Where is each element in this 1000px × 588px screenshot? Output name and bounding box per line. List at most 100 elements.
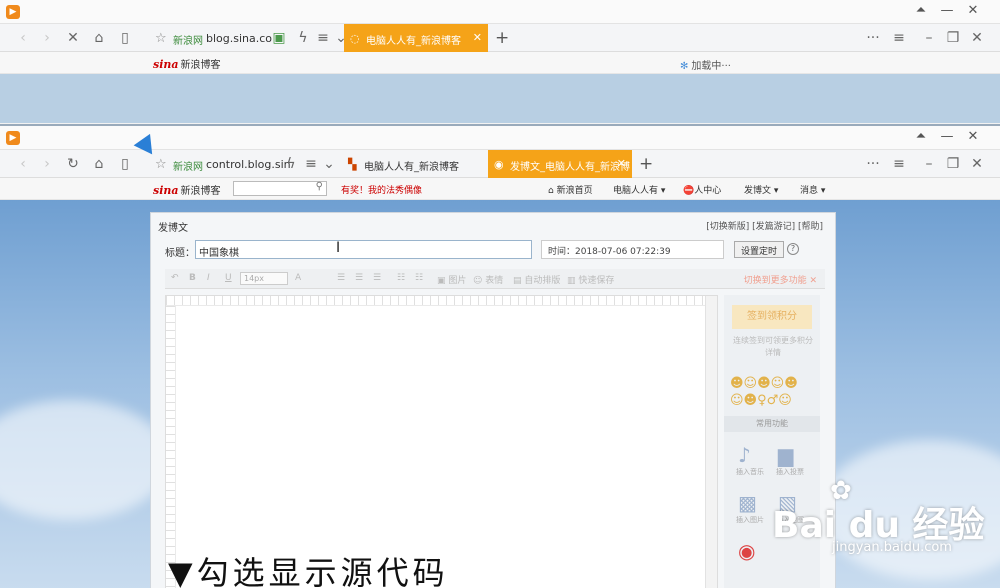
- minimize-icon[interactable]: —: [938, 129, 956, 144]
- spinner-icon: ✻: [680, 61, 689, 72]
- sina-search-input[interactable]: ⚲: [233, 181, 327, 196]
- reader-icon[interactable]: ▯: [116, 30, 134, 46]
- editor-links[interactable]: [切换新版] [发篇游记] [帮助]: [706, 219, 823, 232]
- home-icon[interactable]: ⌂: [90, 30, 108, 46]
- search-icon[interactable]: ⚲: [316, 181, 323, 192]
- window-close-icon[interactable]: ✕: [968, 156, 986, 172]
- stop-icon[interactable]: ✕: [64, 30, 82, 46]
- insert-image-button[interactable]: ▣ 图片: [437, 273, 466, 286]
- tab-close-icon[interactable]: ✕: [473, 31, 482, 44]
- insert-vote-caption: 插入投票: [776, 468, 804, 476]
- back-arrow-icon[interactable]: ‹: [14, 30, 32, 46]
- menu-list-icon[interactable]: ≡: [314, 30, 332, 46]
- window-minimize-icon[interactable]: –: [920, 30, 938, 46]
- list-icon[interactable]: ☷: [397, 273, 405, 283]
- tab-active[interactable]: ◉ 发博文_电脑人人有_新浪博 ✕: [488, 150, 632, 178]
- back-arrow-icon[interactable]: ‹: [14, 156, 32, 172]
- align-center-icon[interactable]: ☰: [355, 273, 363, 283]
- skin-icon[interactable]: ⏶: [912, 3, 930, 18]
- bar-chart-icon[interactable]: ▆: [778, 443, 793, 467]
- align-right-icon[interactable]: ☰: [373, 273, 381, 283]
- tab-close-icon[interactable]: ✕: [617, 157, 626, 170]
- new-tab-button[interactable]: +: [639, 154, 653, 174]
- reader-mode-icon[interactable]: ▣: [270, 30, 288, 46]
- lightning-icon[interactable]: ϟ: [282, 156, 300, 172]
- browser-logo-icon: ▶: [6, 5, 20, 19]
- nav-user-link[interactable]: 电脑人人有 ▾: [613, 183, 665, 196]
- window-minimize-icon[interactable]: –: [920, 156, 938, 172]
- front-sina-bar: sina 新浪博客 ⚲ 有奖！我的法秀偶像 ⌂ 新浪首页 电脑人人有 ▾ ⛔人中心…: [0, 178, 1000, 200]
- forward-arrow-icon[interactable]: ›: [38, 156, 56, 172]
- stop-badge-icon: ⛔: [683, 186, 695, 196]
- menu-list-icon[interactable]: ≡: [302, 156, 320, 172]
- tab-title: 电脑人人有_新浪博客: [364, 162, 459, 173]
- weibo-icon[interactable]: ◉: [738, 539, 755, 563]
- post-editor-panel: 发博文 [切换新版] [发篇游记] [帮助] 标题： 中国象棋 时间：2018-…: [150, 212, 836, 588]
- sign-in-points-button[interactable]: 签到领积分: [732, 305, 812, 329]
- insert-picture-caption: 插入图片: [736, 516, 764, 524]
- back-toolbar: ‹ › ✕ ⌂ ▯ ☆ 新浪网 blog.sina.co ▣ ϟ ≡ ⌄ ◌ 电…: [0, 24, 1000, 52]
- editor-content-area[interactable]: [165, 295, 718, 588]
- align-left-icon[interactable]: ☰: [337, 273, 345, 283]
- hamburger-menu-icon[interactable]: ≡: [890, 156, 908, 172]
- reader-icon[interactable]: ▯: [116, 156, 134, 172]
- new-tab-button[interactable]: +: [495, 28, 509, 48]
- underline-button[interactable]: U: [225, 273, 232, 283]
- loading-indicator: ✻ 加载中···: [680, 61, 731, 72]
- hamburger-menu-icon[interactable]: ≡: [890, 30, 908, 46]
- bold-button[interactable]: B: [189, 273, 196, 283]
- forward-arrow-icon[interactable]: ›: [38, 30, 56, 46]
- tutorial-caption: ▼勾选显示源代码: [168, 554, 449, 588]
- minimize-icon[interactable]: —: [938, 3, 956, 18]
- schedule-button[interactable]: 设置定时: [734, 241, 785, 258]
- nav-message-link[interactable]: 消息 ▾: [800, 183, 825, 196]
- undo-icon[interactable]: ↶: [171, 273, 179, 283]
- text-cursor-icon: I: [336, 240, 341, 256]
- tab-inactive[interactable]: ▚ 电脑人人有_新浪博客: [342, 150, 488, 178]
- promo-link[interactable]: 有奖！我的法秀偶像: [341, 183, 422, 196]
- favorite-star-icon[interactable]: ☆: [155, 157, 167, 172]
- skin-icon[interactable]: ⏶: [912, 129, 930, 144]
- top-ruler: [166, 296, 717, 306]
- font-color-icon[interactable]: A: [295, 273, 301, 283]
- close-icon[interactable]: ✕: [964, 3, 982, 18]
- music-note-icon[interactable]: ♪: [738, 443, 751, 467]
- picture-icon[interactable]: ▩: [738, 491, 757, 515]
- sina-logo[interactable]: sina 新浪博客: [153, 182, 221, 197]
- time-field: 时间：2018-07-06 07:22:39: [541, 240, 724, 259]
- favorite-star-icon[interactable]: ☆: [155, 31, 167, 46]
- more-icon[interactable]: ···: [864, 156, 882, 172]
- nav-post-link[interactable]: 发博文 ▾: [744, 183, 778, 196]
- address-bar[interactable]: blog.sina.co: [206, 32, 272, 45]
- insert-emoji-button[interactable]: ☺ 表情: [473, 273, 503, 286]
- title-input[interactable]: 中国象棋: [195, 240, 532, 259]
- font-size-select[interactable]: 14px: [240, 272, 288, 285]
- quick-save-button[interactable]: ▥ 快速保存: [567, 273, 614, 286]
- sina-logo[interactable]: sina 新浪博客: [153, 56, 221, 71]
- ordered-list-icon[interactable]: ☷: [415, 273, 423, 283]
- more-functions-link[interactable]: 切换到更多功能 ✕: [744, 273, 817, 286]
- sina-blog-text: 新浪博客: [180, 60, 221, 71]
- reload-icon[interactable]: ↻: [64, 156, 82, 172]
- help-icon[interactable]: ?: [787, 243, 799, 255]
- auto-format-button[interactable]: ▤ 自动排版: [513, 273, 560, 286]
- window-restore-icon[interactable]: ❐: [944, 30, 962, 46]
- editor-heading: 发博文: [158, 223, 188, 234]
- italic-button[interactable]: I: [207, 273, 210, 283]
- close-icon[interactable]: ✕: [964, 129, 982, 144]
- url-site-label: 新浪网: [173, 36, 203, 47]
- lightning-icon[interactable]: ϟ: [294, 30, 312, 46]
- window-close-icon[interactable]: ✕: [968, 30, 986, 46]
- emoticon-grid[interactable]: ☻☺☻☺☻ ☺☻♀♂☺: [730, 375, 816, 409]
- editor-scrollbar[interactable]: [705, 296, 717, 588]
- back-title-bar: ▶ ⏶ — ✕: [0, 0, 1000, 24]
- nav-center-link[interactable]: ⛔人中心: [683, 183, 721, 196]
- nav-home-link[interactable]: ⌂ 新浪首页: [548, 183, 593, 196]
- window-restore-icon[interactable]: ❐: [944, 156, 962, 172]
- tab-active[interactable]: ◌ 电脑人人有_新浪博客 ✕: [344, 24, 488, 52]
- chevron-down-icon[interactable]: ⌄: [320, 156, 338, 172]
- home-icon[interactable]: ⌂: [90, 156, 108, 172]
- more-icon[interactable]: ···: [864, 30, 882, 46]
- insert-music-caption: 插入音乐: [736, 468, 764, 476]
- address-bar[interactable]: control.blog.sin: [206, 158, 291, 171]
